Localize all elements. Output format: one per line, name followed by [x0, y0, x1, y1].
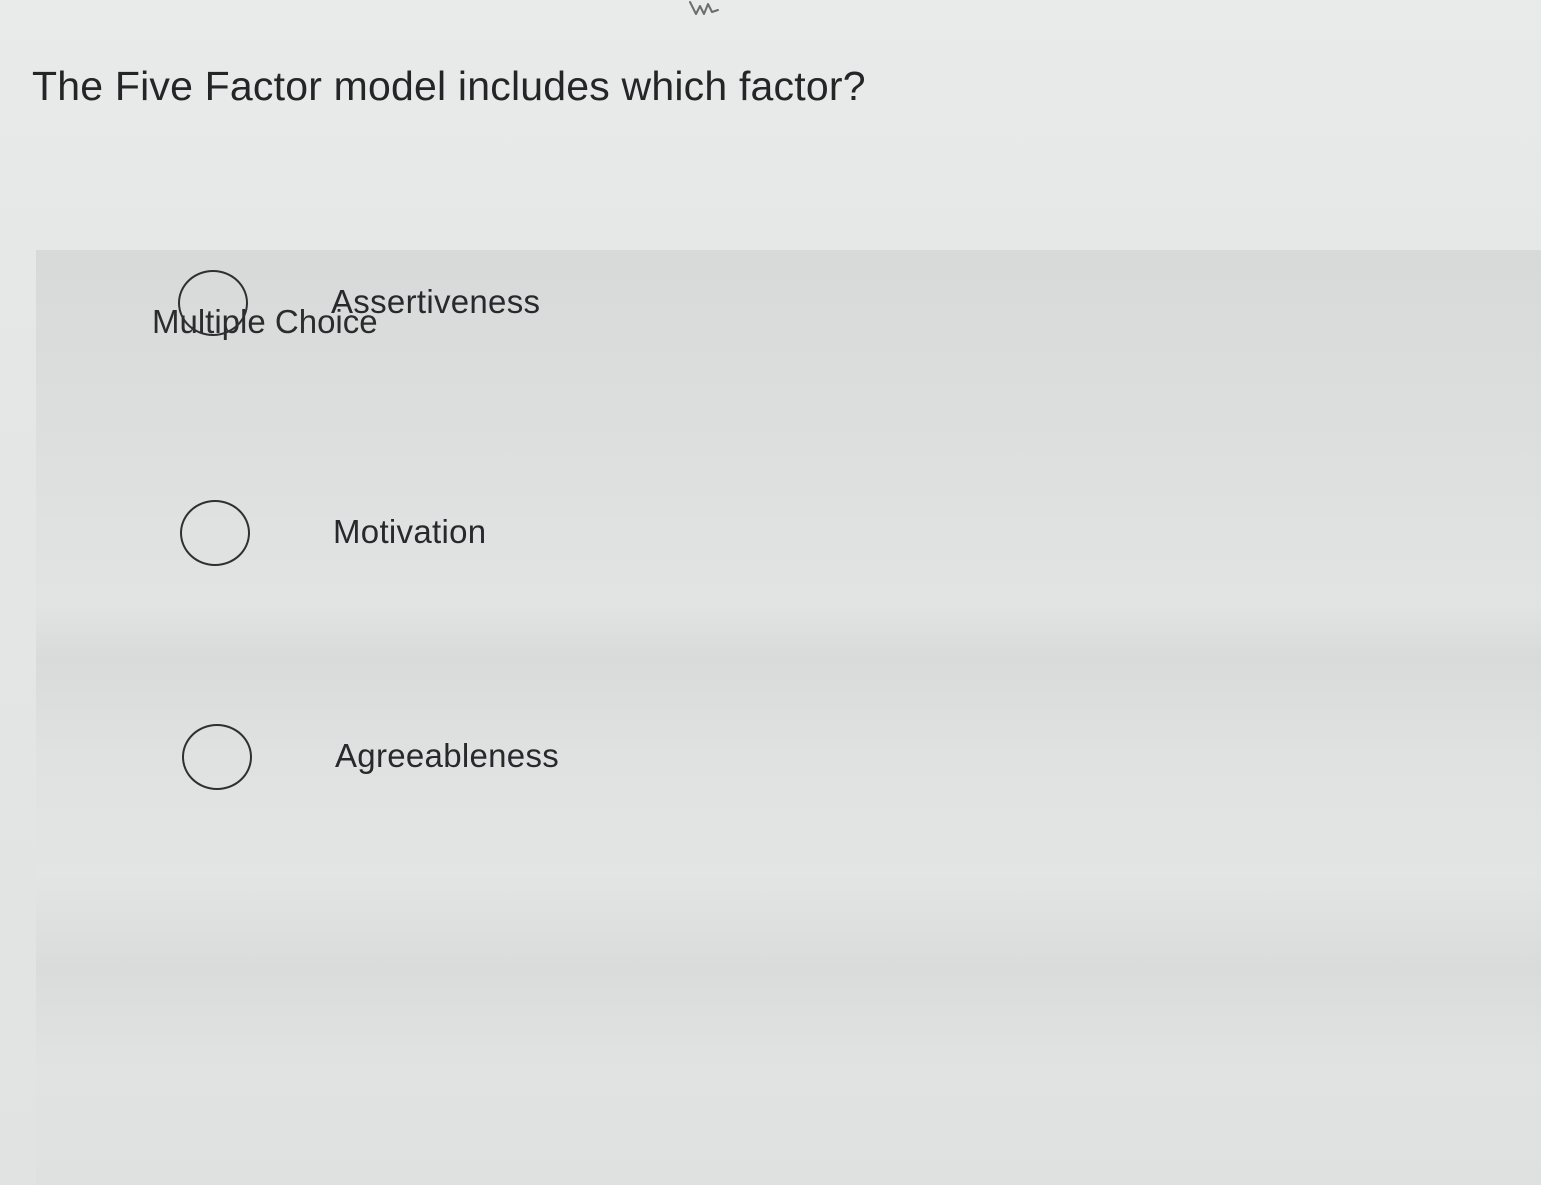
- option-assertiveness[interactable]: Assertiveness: [176, 268, 776, 348]
- radio-circle-icon[interactable]: [180, 500, 250, 566]
- radio-circle-icon[interactable]: [182, 724, 252, 790]
- option-label: Assertiveness: [331, 283, 541, 320]
- question-title: The Five Factor model includes which fac…: [32, 63, 866, 109]
- hand-pointer-icon: [689, 1, 719, 15]
- page: The Five Factor model includes which fac…: [0, 0, 1541, 1185]
- option-motivation[interactable]: Motivation: [178, 498, 778, 578]
- option-label: Motivation: [333, 513, 487, 550]
- option-agreeableness[interactable]: Agreeableness: [180, 722, 780, 802]
- radio-circle-icon[interactable]: [178, 270, 248, 336]
- option-label: Agreeableness: [335, 737, 560, 774]
- multiple-choice-card: Multiple Choice: [36, 250, 1541, 1185]
